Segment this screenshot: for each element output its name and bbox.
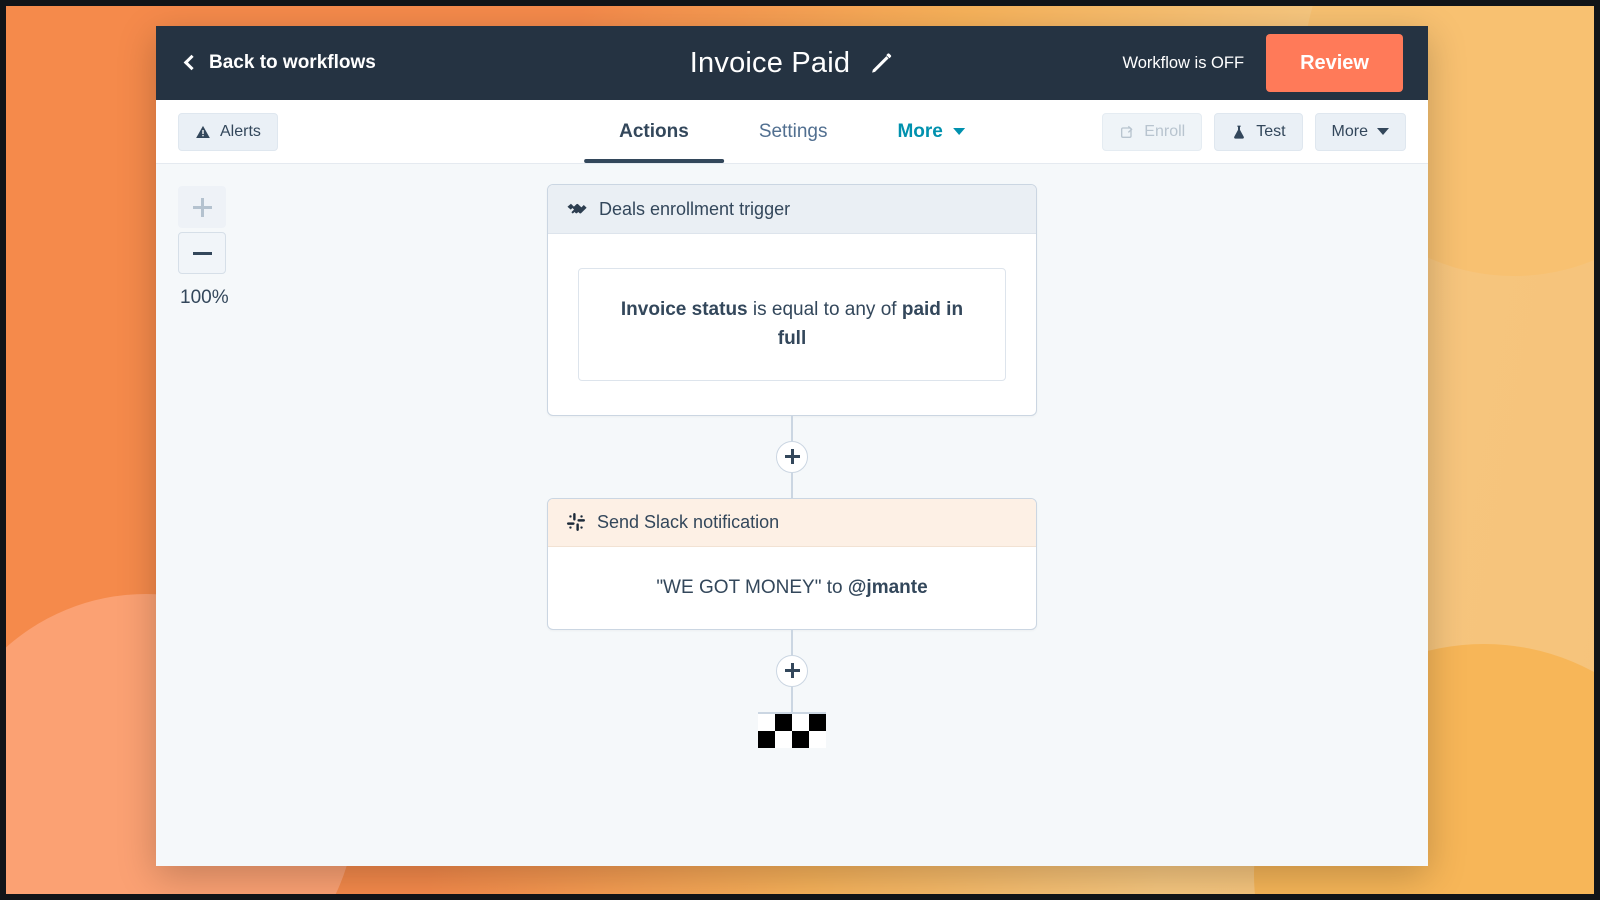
workflow-toolbar: Alerts Actions Settings More Enroll Test… (156, 100, 1428, 164)
page-background: Back to workflows Invoice Paid Workflow … (0, 0, 1600, 900)
page-title: Invoice Paid (689, 46, 851, 79)
slack-connector-word: to (826, 576, 843, 598)
add-step-button-2[interactable] (776, 654, 808, 687)
enrollment-criteria[interactable]: Invoice status is equal to any of paid i… (578, 268, 1006, 381)
tab-more[interactable]: More (862, 100, 999, 163)
alerts-button[interactable]: Alerts (178, 112, 278, 151)
slack-action-header: Send Slack notification (548, 498, 1036, 547)
add-step-button-1[interactable] (776, 440, 808, 473)
test-button[interactable]: Test (1214, 112, 1303, 151)
enrollment-trigger-header: Deals enrollment trigger (548, 185, 1036, 234)
zoom-level-label: 100% (180, 287, 229, 308)
connector-action-to-end (776, 629, 808, 712)
chevron-left-icon (183, 54, 200, 71)
chevron-down-icon (952, 128, 965, 135)
enroll-label: Enroll (1144, 122, 1186, 140)
enrollment-trigger-card[interactable]: Deals enrollment trigger Invoice status … (547, 184, 1037, 416)
slack-action-body: "WE GOT MONEY" to @jmante (548, 547, 1036, 629)
checkered-flag-icon (758, 711, 826, 748)
back-to-workflows-label: Back to workflows (209, 52, 376, 73)
tab-settings-label: Settings (758, 120, 828, 142)
test-label: Test (1256, 122, 1286, 140)
plus-icon (784, 449, 800, 465)
slack-message: "WE GOT MONEY" (656, 576, 822, 598)
enrollment-trigger-title: Deals enrollment trigger (599, 198, 791, 219)
more-button[interactable]: More (1314, 112, 1406, 151)
toolbar-actions-group: Enroll Test More (1102, 112, 1406, 151)
plus-icon (784, 663, 800, 679)
zoom-out-button[interactable] (178, 232, 226, 274)
slack-action-title: Send Slack notification (597, 511, 780, 532)
slack-action-card[interactable]: Send Slack notification "WE GOT MONEY" t… (547, 497, 1037, 630)
enroll-icon (1119, 124, 1135, 140)
flask-icon (1231, 124, 1247, 140)
slack-icon (566, 512, 586, 532)
back-to-workflows-link[interactable]: Back to workflows (183, 52, 376, 74)
status-badge: Workflow is OFF (1122, 53, 1245, 72)
workflow-tabs: Actions Settings More (584, 100, 1000, 163)
warning-triangle-icon (195, 124, 211, 140)
workflow-flow: Deals enrollment trigger Invoice status … (547, 184, 1037, 748)
caret-down-icon (1377, 128, 1389, 135)
header-right-group: Workflow is OFF Review (1122, 26, 1428, 100)
slack-recipient: @jmante (847, 576, 928, 598)
plus-icon (192, 197, 212, 217)
handshake-icon (566, 198, 588, 220)
tab-actions[interactable]: Actions (584, 100, 724, 163)
connector-line (791, 415, 793, 441)
connector-line (791, 686, 793, 712)
connector-trigger-to-action (776, 415, 808, 498)
alerts-label: Alerts (220, 122, 261, 140)
workflow-canvas[interactable]: 100% Deals enrollment trigger Invoice st… (156, 164, 1428, 866)
connector-line (791, 629, 793, 655)
criteria-property: Invoice status (620, 299, 748, 320)
tab-settings[interactable]: Settings (724, 100, 863, 163)
zoom-controls: 100% (178, 186, 230, 309)
criteria-operator: is equal to any of (752, 299, 897, 320)
app-header: Back to workflows Invoice Paid Workflow … (156, 26, 1428, 100)
enrollment-trigger-body: Invoice status is equal to any of paid i… (548, 234, 1036, 415)
enroll-button[interactable]: Enroll (1102, 112, 1203, 151)
minus-icon (192, 244, 212, 263)
connector-line (791, 472, 793, 498)
more-label: More (1331, 122, 1368, 140)
tab-actions-label: Actions (619, 120, 689, 142)
tab-more-label: More (897, 120, 943, 142)
pencil-icon[interactable] (868, 50, 894, 76)
review-button[interactable]: Review (1266, 34, 1403, 92)
workflow-app-window: Back to workflows Invoice Paid Workflow … (156, 26, 1428, 866)
zoom-in-button[interactable] (178, 186, 226, 228)
